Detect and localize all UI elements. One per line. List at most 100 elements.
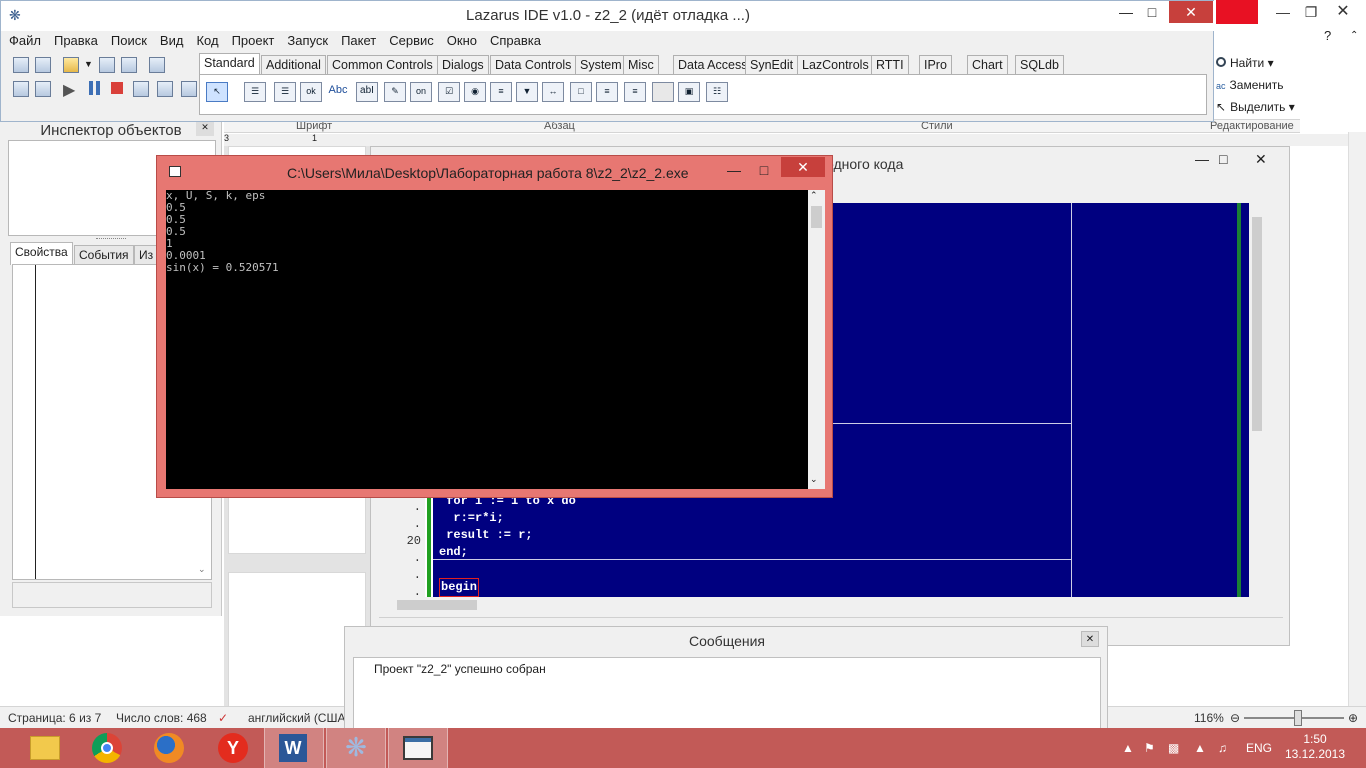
- zoom-slider-thumb[interactable]: [1294, 710, 1302, 726]
- tcombobox-icon[interactable]: ▼: [516, 82, 538, 102]
- pause-icon[interactable]: [87, 80, 103, 96]
- new-form-icon[interactable]: [35, 57, 51, 73]
- word-close-x-button[interactable]: ✕: [1326, 0, 1360, 24]
- menu-package[interactable]: Пакет: [341, 33, 376, 48]
- status-page[interactable]: Страница: 6 из 7: [8, 711, 101, 725]
- language-indicator[interactable]: ENG: [1246, 728, 1272, 768]
- menu-edit[interactable]: Правка: [54, 33, 98, 48]
- select-button[interactable]: ↖ Выделить ▾: [1208, 96, 1366, 118]
- word-vertical-scrollbar[interactable]: [1348, 132, 1366, 728]
- word-close-button[interactable]: [1216, 0, 1258, 24]
- tscrollbar-icon[interactable]: ↔: [542, 82, 564, 102]
- tab-properties[interactable]: Свойства: [10, 242, 73, 265]
- new-unit-icon[interactable]: [13, 57, 29, 73]
- tab-synedit[interactable]: SynEdit: [745, 55, 799, 74]
- tlistbox-icon[interactable]: ≡: [490, 82, 512, 102]
- menu-run[interactable]: Запуск: [287, 33, 328, 48]
- toggle-form-unit-icon[interactable]: [149, 57, 165, 73]
- save-all-icon[interactable]: [121, 57, 137, 73]
- tab-ipro[interactable]: IPro: [919, 55, 952, 74]
- tab-events[interactable]: События: [74, 245, 134, 264]
- zoom-in-icon[interactable]: ⊕: [1348, 711, 1358, 725]
- taskbar-explorer[interactable]: [16, 728, 74, 768]
- message-item[interactable]: Проект "z2_2" успешно собран: [374, 662, 546, 676]
- tradiobutton-icon[interactable]: ◉: [464, 82, 486, 102]
- help-icon[interactable]: ?: [1324, 28, 1342, 46]
- lazarus-maximize-button[interactable]: □: [1135, 1, 1169, 23]
- menu-view[interactable]: Вид: [160, 33, 184, 48]
- tab-sqldb[interactable]: SQLdb: [1015, 55, 1064, 74]
- editor-horizontal-scrollbar[interactable]: [379, 597, 1265, 613]
- stop-icon[interactable]: [111, 82, 123, 94]
- menu-code[interactable]: Код: [196, 33, 218, 48]
- tab-data-access[interactable]: Data Access: [673, 55, 753, 74]
- find-button[interactable]: Найти ▾: [1208, 52, 1366, 74]
- clock[interactable]: 1:50 13.12.2013: [1280, 732, 1350, 762]
- inspector-close-icon[interactable]: ✕: [196, 122, 214, 136]
- tab-misc[interactable]: Misc: [623, 55, 659, 74]
- spellcheck-icon[interactable]: ✓: [218, 711, 228, 725]
- status-word-count[interactable]: Число слов: 468: [116, 711, 207, 725]
- editor-vertical-scrollbar[interactable]: [1249, 203, 1265, 597]
- menu-file[interactable]: Файл: [9, 33, 41, 48]
- tmainmenu-icon[interactable]: ☰: [244, 82, 266, 102]
- device-icon[interactable]: ▩: [1168, 728, 1179, 768]
- volume-icon[interactable]: ♫: [1218, 728, 1227, 768]
- source-maximize-button[interactable]: □: [1219, 151, 1239, 167]
- zoom-out-icon[interactable]: ⊖: [1230, 711, 1240, 725]
- taskbar-chrome[interactable]: [78, 728, 136, 768]
- network-icon[interactable]: ▲: [1194, 728, 1206, 768]
- ttogglebox-icon[interactable]: on: [410, 82, 432, 102]
- save-icon[interactable]: [99, 57, 115, 73]
- menu-window[interactable]: Окно: [447, 33, 477, 48]
- open-dropdown-icon[interactable]: ▼: [84, 59, 93, 69]
- word-minimize-button[interactable]: —: [1268, 0, 1298, 24]
- step-out-icon[interactable]: [181, 81, 197, 97]
- console-scrollbar[interactable]: ⌃ ⌄: [808, 190, 825, 489]
- messages-close-icon[interactable]: ✕: [1081, 631, 1099, 647]
- menu-help[interactable]: Справка: [490, 33, 541, 48]
- tradiogroup-icon[interactable]: ≡: [596, 82, 618, 102]
- step-over-icon[interactable]: [157, 81, 173, 97]
- view-forms-icon[interactable]: [35, 81, 51, 97]
- tactionlist-icon[interactable]: ☷: [706, 82, 728, 102]
- tcheckgroup-icon[interactable]: ≡: [624, 82, 646, 102]
- taskbar-yandex[interactable]: Y: [204, 728, 262, 768]
- tab-additional[interactable]: Additional: [261, 55, 326, 74]
- scroll-down-icon[interactable]: ⌄: [810, 474, 818, 485]
- action-center-icon[interactable]: ⚑: [1144, 728, 1155, 768]
- console-output[interactable]: x, U, S, k, eps 0.5 0.5 0.5 1 0.0001 sin…: [166, 190, 808, 489]
- tab-data-controls[interactable]: Data Controls: [490, 55, 577, 74]
- status-language[interactable]: английский (США: [248, 711, 345, 725]
- tab-rtti[interactable]: RTTI: [871, 55, 909, 74]
- view-units-icon[interactable]: [13, 81, 29, 97]
- replace-button[interactable]: ac Заменить: [1208, 74, 1366, 96]
- open-icon[interactable]: [63, 57, 79, 73]
- console-close-button[interactable]: ✕: [781, 157, 825, 177]
- console-maximize-button[interactable]: □: [747, 160, 781, 180]
- taskbar-lazarus[interactable]: ❋: [326, 728, 386, 768]
- zoom-level[interactable]: 116%: [1194, 711, 1224, 725]
- menu-tools[interactable]: Сервис: [389, 33, 434, 48]
- tab-favorites[interactable]: Из: [134, 245, 159, 264]
- lazarus-close-button[interactable]: ✕: [1169, 1, 1213, 23]
- menu-project[interactable]: Проект: [232, 33, 275, 48]
- run-icon[interactable]: ▶: [63, 80, 75, 100]
- grid-scroll-down-icon[interactable]: ⌄: [198, 564, 210, 576]
- tab-system[interactable]: System: [575, 55, 627, 74]
- tlabel-icon[interactable]: Abc: [328, 82, 348, 100]
- taskbar-word[interactable]: W: [264, 728, 324, 768]
- source-minimize-button[interactable]: —: [1195, 151, 1215, 167]
- tab-standard[interactable]: Standard: [199, 53, 260, 75]
- ribbon-collapse-icon[interactable]: ⌃: [1350, 30, 1364, 44]
- source-close-button[interactable]: ✕: [1255, 151, 1275, 168]
- tpopupmenu-icon[interactable]: ☰: [274, 82, 296, 102]
- taskbar-console[interactable]: [388, 728, 448, 768]
- tframe-icon[interactable]: ▣: [678, 82, 700, 102]
- tgroupbox-icon[interactable]: □: [570, 82, 592, 102]
- tmemo-icon[interactable]: ✎: [384, 82, 406, 102]
- tpanel-icon[interactable]: [652, 82, 674, 102]
- tab-lazcontrols[interactable]: LazControls: [797, 55, 874, 74]
- tedit-icon[interactable]: abI: [356, 82, 378, 102]
- tbutton-icon[interactable]: ok: [300, 82, 322, 102]
